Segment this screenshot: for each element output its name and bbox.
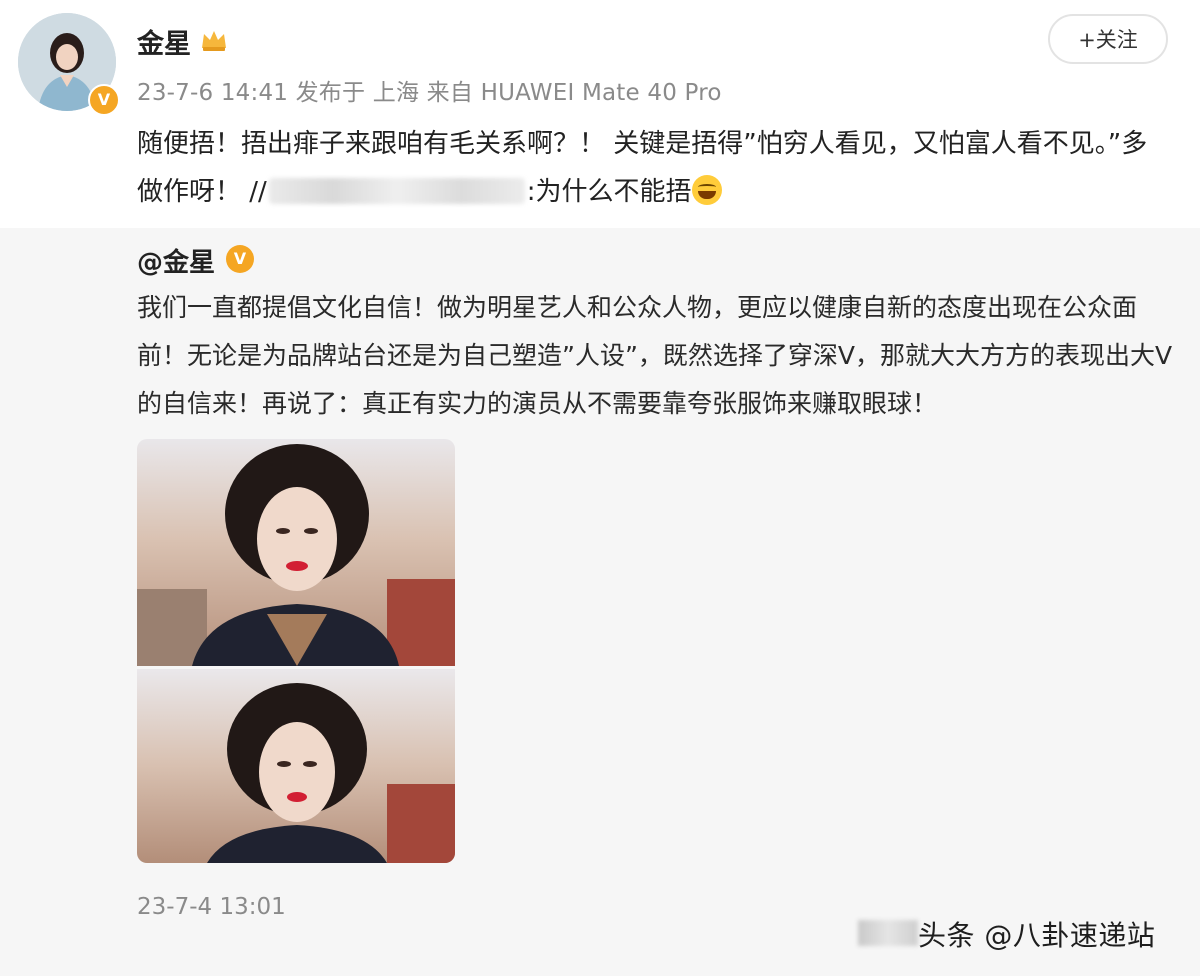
crown-icon xyxy=(202,31,226,51)
follow-button[interactable]: +关注 xyxy=(1048,14,1168,64)
watermark-blur xyxy=(858,920,918,946)
verified-badge-icon: V xyxy=(226,245,254,273)
laughing-emoji-icon xyxy=(691,175,722,205)
post-text-tail: :为什么不能捂 xyxy=(526,177,692,207)
post-meta: 23-7-6 14:41 发布于 上海 来自 HUAWEI Mate 40 Pr… xyxy=(137,80,722,106)
post-text: 随便捂！捂出痱子来跟咱有毛关系啊？！ 关键是捂得”怕穷人看见，又怕富人看不见。”… xyxy=(137,120,1167,216)
weibo-post: V 金星 23-7-6 14:41 发布于 上海 来自 HUAWEI Mate … xyxy=(0,0,1200,976)
source-watermark: 头条 @八卦速递站 xyxy=(918,919,1156,952)
post-image[interactable] xyxy=(137,439,455,666)
author-name[interactable]: 金星 xyxy=(137,22,191,61)
post-image[interactable] xyxy=(137,669,455,863)
repost-text: 我们一直都提倡文化自信！做为明星艺人和公众人物，更应以健康自新的态度出现在公众面… xyxy=(137,293,1173,418)
repost-block[interactable]: @金星 V 我们一直都提倡文化自信！做为明星艺人和公众人物，更应以健康自新的态度… xyxy=(0,228,1200,976)
repost-timestamp: 23-7-4 13:01 xyxy=(137,894,286,920)
verified-badge-icon: V xyxy=(88,84,120,116)
blurred-mention xyxy=(268,178,525,204)
repost-author[interactable]: @金星 xyxy=(137,242,215,279)
